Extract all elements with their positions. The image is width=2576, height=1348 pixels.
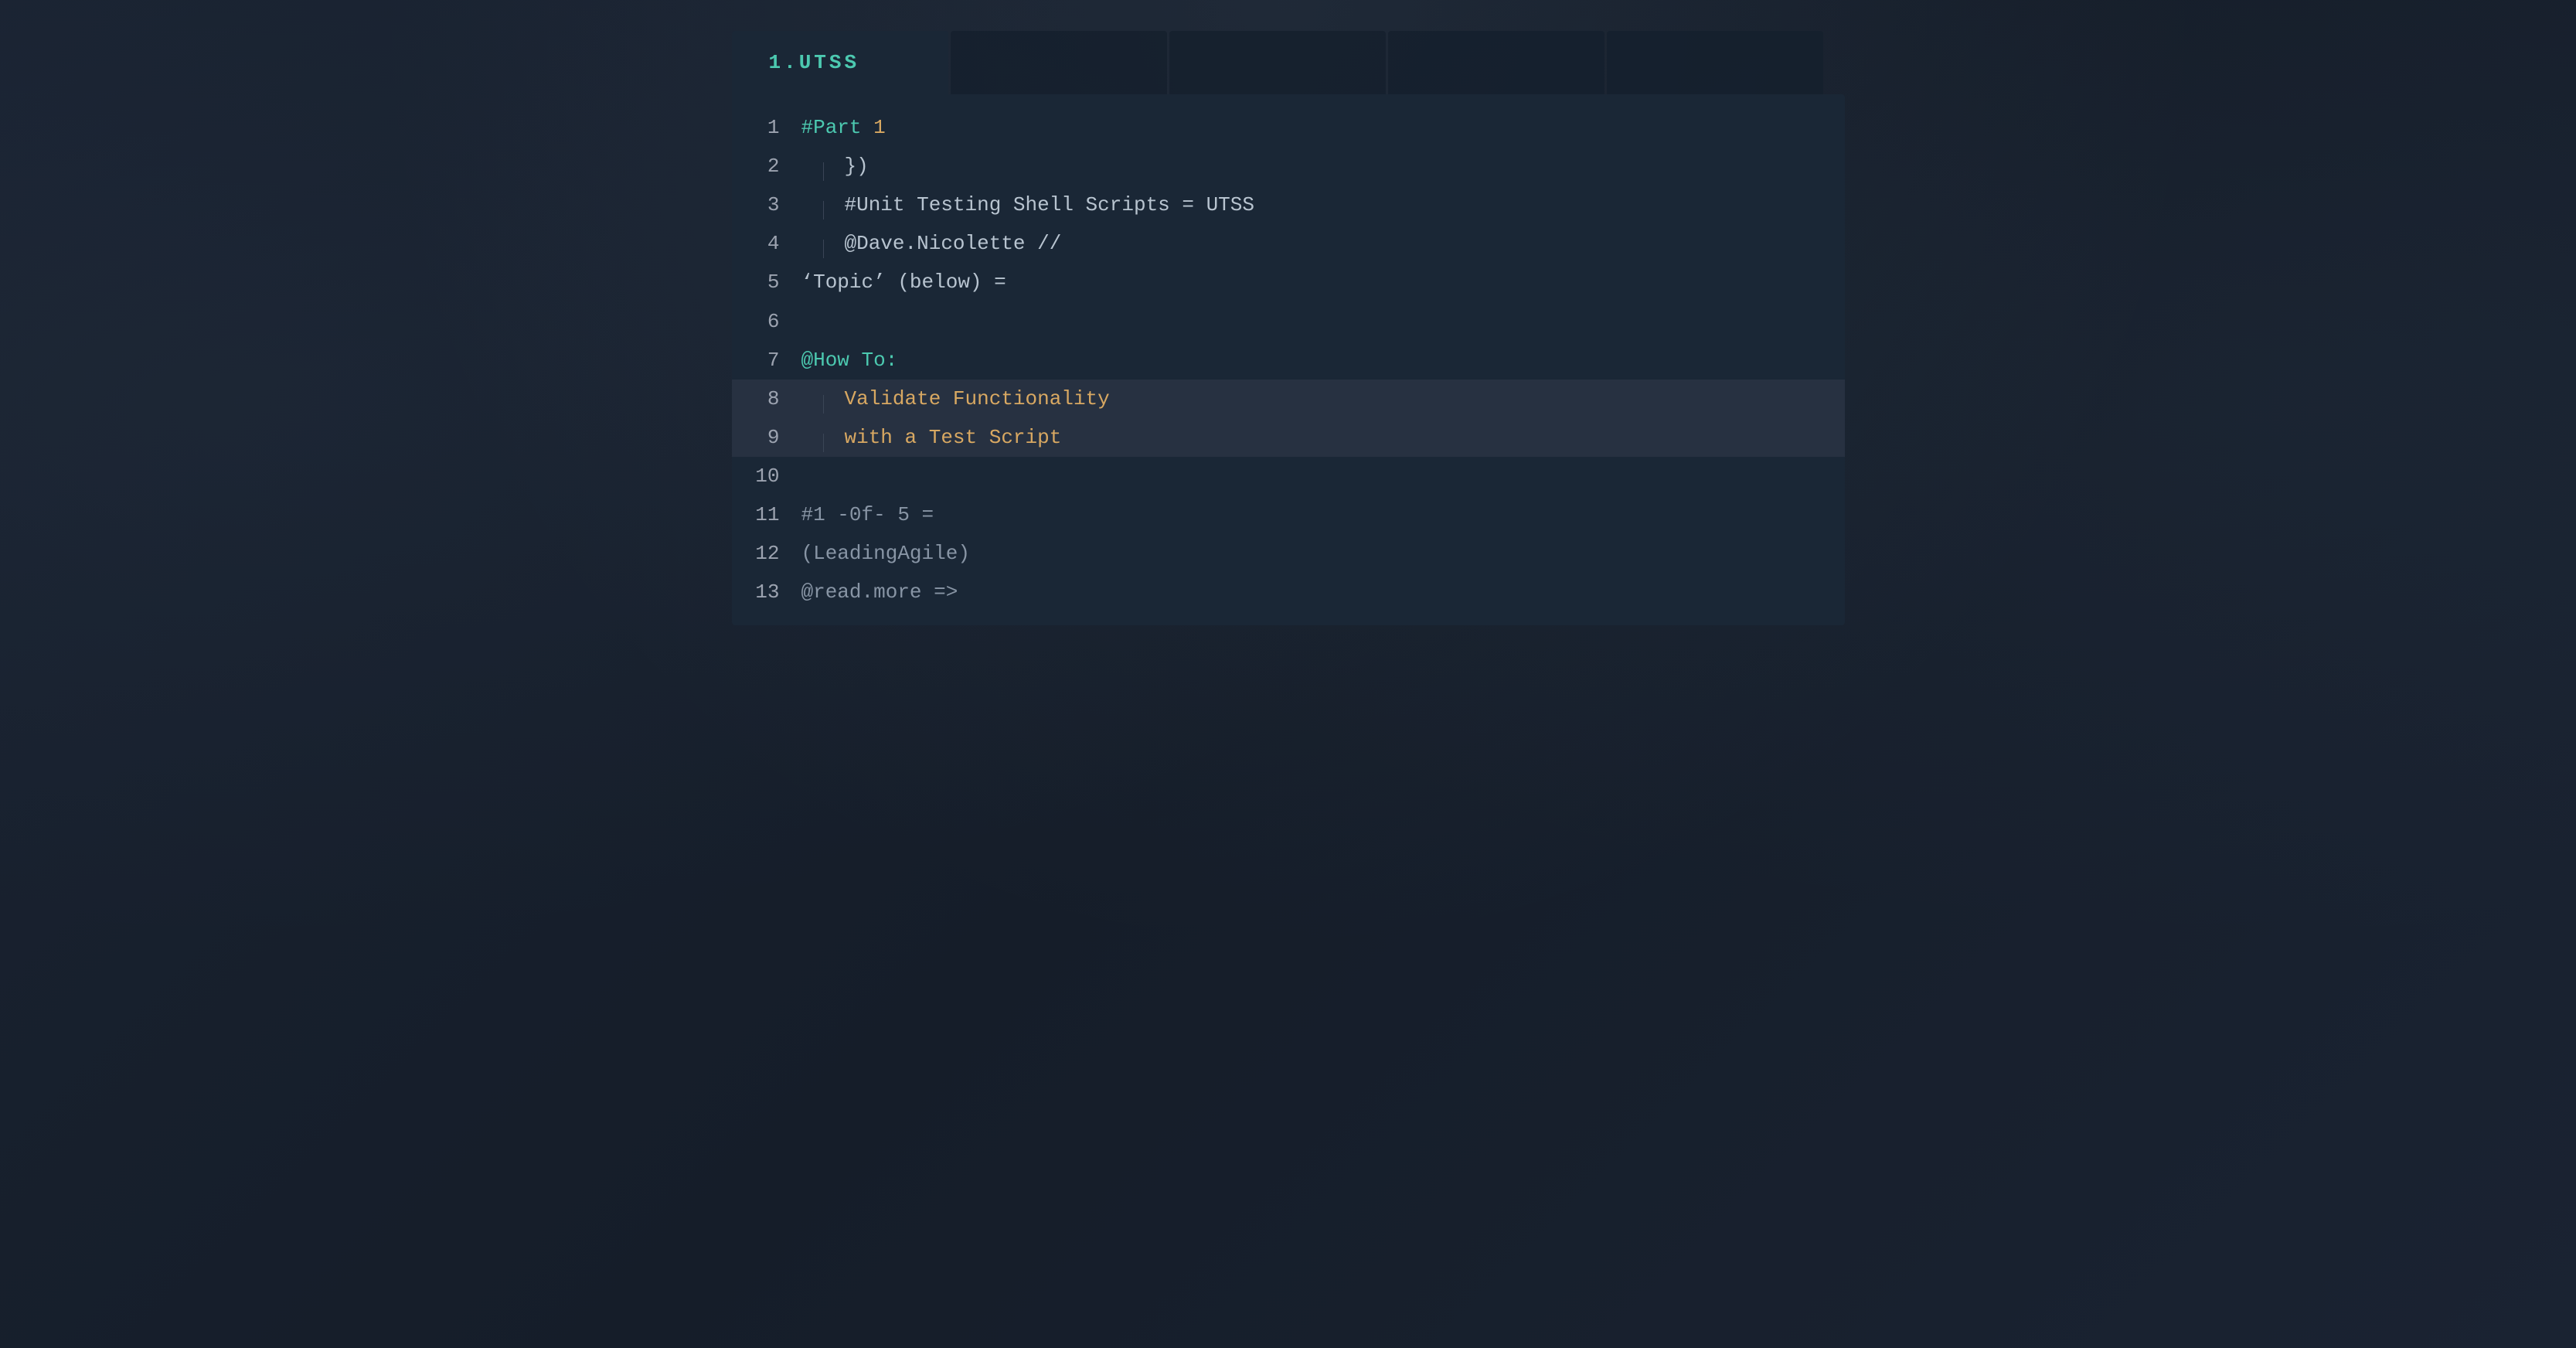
line-content: #Unit Testing Shell Scripts = UTSS <box>794 189 1845 221</box>
editor-tab-1[interactable] <box>951 31 1167 94</box>
line-number: 4 <box>747 227 794 260</box>
code-token: @Dave.Nicolette // <box>845 232 1062 255</box>
editor-window: 1.UTSS 1#Part 12})3#Unit Testing Shell S… <box>732 31 1845 625</box>
code-line[interactable]: 13 @read.more => <box>732 573 1845 611</box>
line-number: 1 <box>747 111 794 144</box>
line-content: @How To: <box>794 344 1845 376</box>
code-token: @read.more => <box>801 580 958 604</box>
line-number: 3 <box>747 189 794 221</box>
code-token: #Unit Testing Shell Scripts = UTSS <box>845 193 1255 216</box>
line-number: 11 <box>747 499 794 531</box>
editor-tab-2[interactable] <box>1169 31 1386 94</box>
code-token: }) <box>845 155 869 178</box>
line-number: 10 <box>747 460 794 492</box>
code-line[interactable]: 6 <box>732 302 1845 341</box>
line-content: }) <box>794 150 1845 182</box>
code-token: @How To: <box>801 349 898 372</box>
line-content: (LeadingAgile) <box>794 537 1845 570</box>
line-content: @read.more => <box>794 576 1845 608</box>
editor-tab-4[interactable] <box>1607 31 1823 94</box>
code-token: 1 <box>873 116 886 139</box>
line-number: 6 <box>747 305 794 338</box>
code-line[interactable]: 3 #Unit Testing Shell Scripts = UTSS <box>732 186 1845 224</box>
line-number: 5 <box>747 266 794 298</box>
code-token: with a Test Script <box>845 426 1062 449</box>
code-token: Validate Functionality <box>845 387 1110 410</box>
line-number: 9 <box>747 421 794 454</box>
line-content: @Dave.Nicolette // <box>794 227 1845 260</box>
editor-tab-3[interactable] <box>1388 31 1604 94</box>
line-number: 8 <box>747 383 794 415</box>
line-number: 2 <box>747 150 794 182</box>
code-line[interactable]: 1#Part 1 <box>732 108 1845 147</box>
tabs-bar: 1.UTSS <box>732 31 1845 94</box>
editor-tab-0[interactable]: 1.UTSS <box>732 31 948 94</box>
line-number: 13 <box>747 576 794 608</box>
line-number: 7 <box>747 344 794 376</box>
code-line[interactable]: 8 Validate Functionality <box>732 380 1845 418</box>
editor-body: 1#Part 12})3#Unit Testing Shell Scripts … <box>732 94 1845 625</box>
code-line[interactable]: 12 (LeadingAgile) <box>732 534 1845 573</box>
code-line[interactable]: 7 @How To: <box>732 341 1845 380</box>
code-line[interactable]: 11 #1 -0f- 5 = <box>732 495 1845 534</box>
code-line[interactable]: 5 ‘Topic’ (below) = <box>732 263 1845 301</box>
line-content: ‘Topic’ (below) = <box>794 266 1845 298</box>
code-token: #1 -0f- 5 = <box>801 503 934 526</box>
line-content: #1 -0f- 5 = <box>794 499 1845 531</box>
line-content: Validate Functionality <box>794 383 1845 415</box>
line-content: with a Test Script <box>794 421 1845 454</box>
line-number: 12 <box>747 537 794 570</box>
code-line[interactable]: 9 with a Test Script <box>732 418 1845 457</box>
line-content: #Part 1 <box>794 111 1845 144</box>
code-line[interactable]: 4 @Dave.Nicolette // <box>732 224 1845 263</box>
code-line[interactable]: 10 <box>732 457 1845 495</box>
code-token: (LeadingAgile) <box>801 542 970 565</box>
code-token: #Part <box>801 116 874 139</box>
code-line[interactable]: 2}) <box>732 147 1845 186</box>
code-token: ‘Topic’ (below) = <box>801 271 1006 294</box>
